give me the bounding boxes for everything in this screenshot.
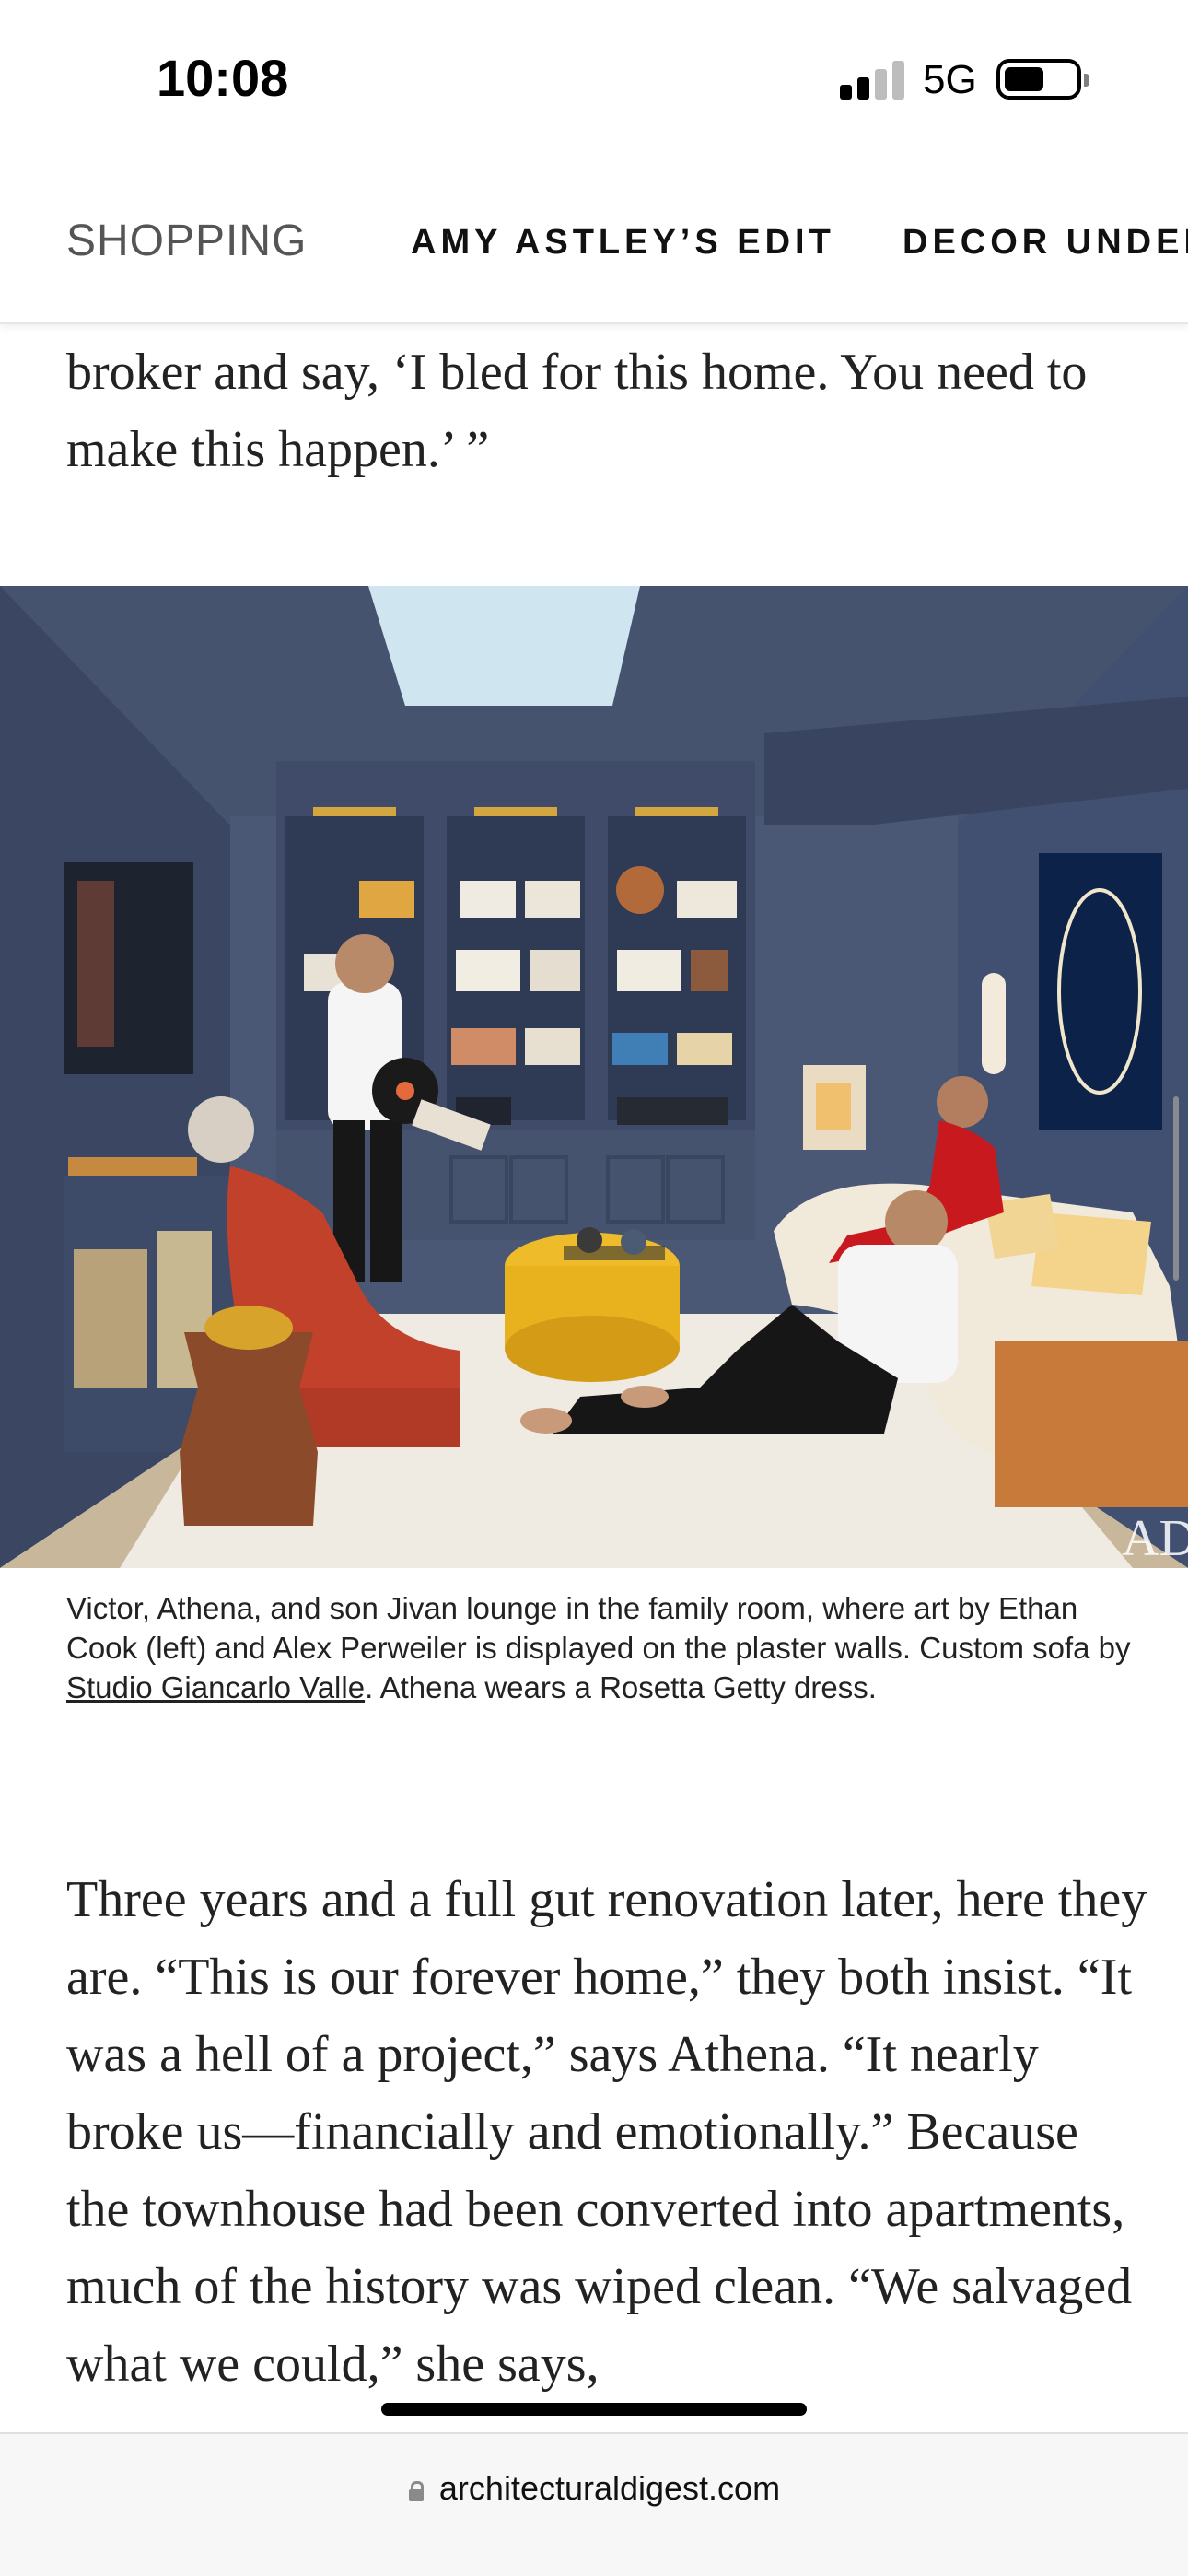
article-paragraph-main: Three years and a full gut renovation la…	[66, 1871, 1147, 2393]
clock: 10:08	[157, 49, 289, 107]
url-display[interactable]: architecturaldigest.com	[0, 2469, 1188, 2508]
caption-text-after: . Athena wears a Rosetta Getty dress.	[365, 1670, 877, 1704]
status-bar: 10:08 5G	[0, 0, 1188, 166]
network-type: 5G	[923, 57, 977, 102]
caption-text-before: Victor, Athena, and son Jivan lounge in …	[66, 1591, 1131, 1665]
caption-link-studio[interactable]: Studio Giancarlo Valle	[66, 1670, 365, 1704]
browser-url-bar[interactable]: architecturaldigest.com	[0, 2432, 1188, 2576]
nav-item-shopping[interactable]: SHOPPING	[66, 216, 307, 266]
section-nav: SHOPPING AMY ASTLEY’S EDIT DECOR UNDER	[0, 166, 1188, 324]
lock-icon	[408, 2481, 425, 2501]
nav-item-decor-under[interactable]: DECOR UNDER	[903, 223, 1188, 263]
battery-icon	[996, 59, 1089, 100]
article-paragraph-top: broker and say, ‘I bled for this home. Y…	[66, 344, 1088, 478]
family-room-illustration: AD	[0, 586, 1188, 1568]
signal-bars-icon	[840, 59, 906, 100]
nav-item-amy-astleys-edit[interactable]: AMY ASTLEY’S EDIT	[411, 223, 835, 263]
article-photo[interactable]: AD	[0, 586, 1188, 1568]
url-text: architecturaldigest.com	[438, 2469, 781, 2507]
ad-watermark: AD	[1122, 1510, 1188, 1567]
home-indicator[interactable]	[381, 2403, 807, 2416]
scrollbar-thumb[interactable]	[1173, 1096, 1179, 1281]
photo-caption: Victor, Athena, and son Jivan lounge in …	[66, 1588, 1135, 1707]
